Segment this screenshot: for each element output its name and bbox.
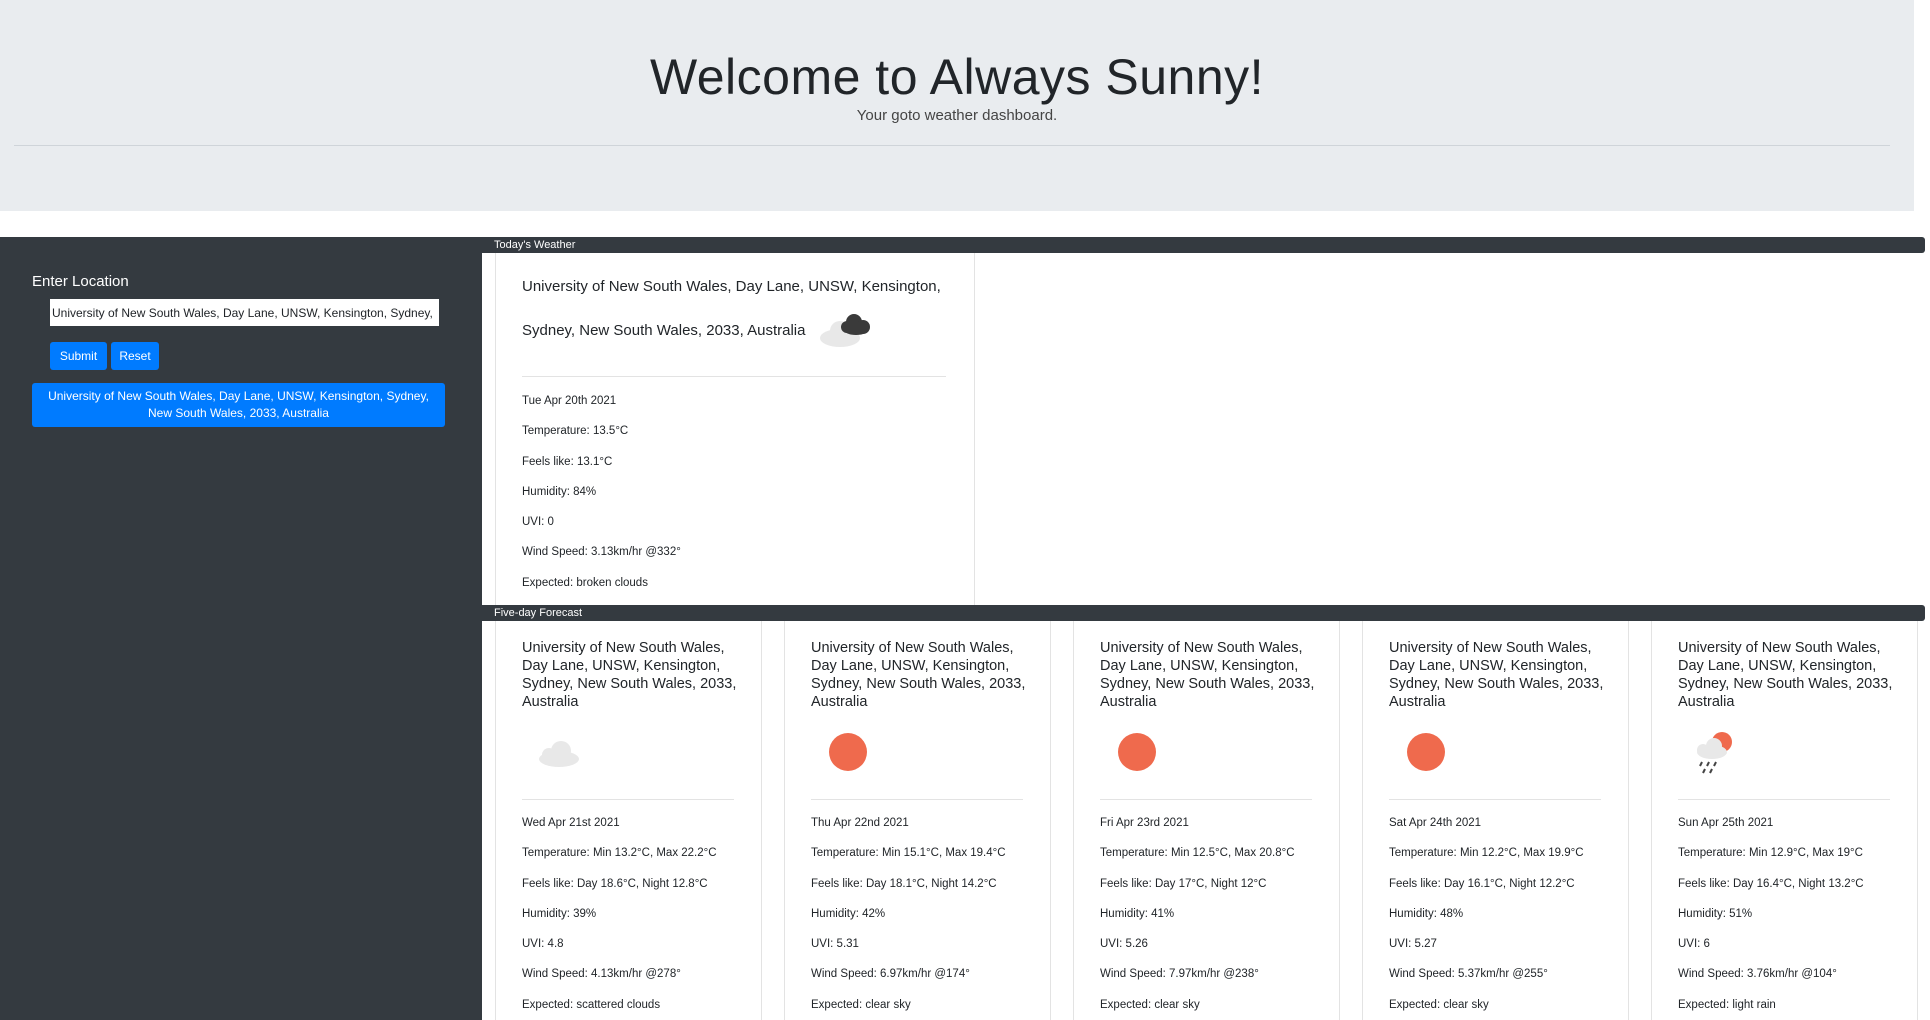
forecast-feels-like: Feels like: Day 17°C, Night 12°C bbox=[1100, 877, 1267, 890]
forecast-wind: Wind Speed: 5.37km/hr @255° bbox=[1389, 968, 1548, 981]
sidebar: Enter Location Submit Reset University o… bbox=[0, 237, 482, 1020]
forecast-expected: Expected: light rain bbox=[1678, 998, 1776, 1011]
forecast-divider bbox=[1100, 799, 1312, 800]
reset-button[interactable]: Reset bbox=[111, 342, 159, 370]
forecast-location-title: University of New South Wales, Day Lane,… bbox=[1678, 640, 1893, 710]
light-rain-icon bbox=[1697, 732, 1732, 774]
today-temperature: Temperature: 13.5°C bbox=[522, 425, 629, 438]
saved-location-button[interactable]: University of New South Wales, Day Lane,… bbox=[32, 383, 445, 427]
forecast-wind: Wind Speed: 6.97km/hr @174° bbox=[811, 968, 970, 981]
forecast-date: Sun Apr 25th 2021 bbox=[1678, 817, 1774, 829]
forecast-uvi: UVI: 5.26 bbox=[1100, 938, 1148, 951]
forecast-card: University of New South Wales, Day Lane,… bbox=[495, 621, 762, 1020]
forecast-feels-like: Feels like: Day 18.1°C, Night 14.2°C bbox=[811, 877, 997, 890]
clear-sky-icon bbox=[1118, 733, 1156, 771]
forecast-temperature: Temperature: Min 12.5°C, Max 20.8°C bbox=[1100, 847, 1295, 860]
forecast-feels-like: Feels like: Day 16.1°C, Night 12.2°C bbox=[1389, 877, 1575, 890]
forecast-wind: Wind Speed: 3.76km/hr @104° bbox=[1678, 968, 1837, 981]
forecast-date: Fri Apr 23rd 2021 bbox=[1100, 817, 1189, 829]
forecast-card: University of New South Wales, Day Lane,… bbox=[1073, 621, 1340, 1020]
today-humidity: Humidity: 84% bbox=[522, 485, 597, 498]
forecast-section-header: Five-day Forecast bbox=[482, 605, 1925, 621]
forecast-card: University of New South Wales, Day Lane,… bbox=[1362, 621, 1629, 1020]
forecast-uvi: UVI: 5.27 bbox=[1389, 938, 1437, 951]
forecast-feels-like: Feels like: Day 16.4°C, Night 13.2°C bbox=[1678, 877, 1864, 890]
scattered-clouds-icon bbox=[539, 741, 579, 767]
forecast-location-title: University of New South Wales, Day Lane,… bbox=[811, 640, 1026, 710]
today-expected: Expected: broken clouds bbox=[522, 576, 648, 589]
forecast-humidity: Humidity: 39% bbox=[522, 907, 597, 920]
today-date: Tue Apr 20th 2021 bbox=[522, 395, 617, 407]
forecast-location-title: University of New South Wales, Day Lane,… bbox=[1100, 640, 1315, 710]
forecast-date: Wed Apr 21st 2021 bbox=[522, 817, 620, 829]
forecast-divider bbox=[811, 799, 1023, 800]
forecast-location-title: University of New South Wales, Day Lane,… bbox=[522, 640, 737, 710]
forecast-humidity: Humidity: 42% bbox=[811, 907, 886, 920]
forecast-divider bbox=[1389, 799, 1601, 800]
forecast-date: Thu Apr 22nd 2021 bbox=[811, 817, 909, 829]
page-subtitle: Your goto weather dashboard. bbox=[856, 107, 1058, 124]
forecast-wind: Wind Speed: 4.13km/hr @278° bbox=[522, 968, 681, 981]
page-title: Welcome to Always Sunny! bbox=[649, 49, 1265, 105]
forecast-temperature: Temperature: Min 12.2°C, Max 19.9°C bbox=[1389, 847, 1584, 860]
forecast-uvi: UVI: 5.31 bbox=[811, 938, 859, 951]
clear-sky-icon bbox=[1407, 733, 1445, 771]
forecast-temperature: Temperature: Min 15.1°C, Max 19.4°C bbox=[811, 847, 1006, 860]
jumbotron-header: Welcome to Always Sunny! Your goto weath… bbox=[0, 0, 1914, 211]
today-location-title: University of New South Wales, Day Lane,… bbox=[522, 278, 941, 339]
forecast-location-title: University of New South Wales, Day Lane,… bbox=[1389, 640, 1604, 710]
today-feels-like: Feels like: 13.1°C bbox=[522, 455, 613, 468]
header-divider bbox=[14, 145, 1890, 146]
forecast-card: University of New South Wales, Day Lane,… bbox=[1651, 621, 1918, 1020]
forecast-wind: Wind Speed: 7.97km/hr @238° bbox=[1100, 968, 1259, 981]
today-uvi: UVI: 0 bbox=[522, 516, 554, 529]
today-weather-card: University of New South Wales, Day Lane,… bbox=[495, 253, 975, 605]
forecast-expected: Expected: clear sky bbox=[1389, 998, 1489, 1011]
forecast-expected: Expected: scattered clouds bbox=[522, 998, 661, 1011]
forecast-card: University of New South Wales, Day Lane,… bbox=[784, 621, 1051, 1020]
location-label: Enter Location bbox=[32, 273, 129, 290]
location-input[interactable] bbox=[50, 299, 439, 326]
forecast-feels-like: Feels like: Day 18.6°C, Night 12.8°C bbox=[522, 877, 708, 890]
forecast-divider bbox=[1678, 799, 1890, 800]
today-divider bbox=[522, 376, 946, 377]
forecast-humidity: Humidity: 51% bbox=[1678, 907, 1753, 920]
forecast-humidity: Humidity: 48% bbox=[1389, 907, 1464, 920]
forecast-date: Sat Apr 24th 2021 bbox=[1389, 817, 1482, 829]
today-section-header: Today's Weather bbox=[482, 237, 1925, 253]
submit-button[interactable]: Submit bbox=[50, 342, 107, 370]
today-wind: Wind Speed: 3.13km/hr @332° bbox=[522, 546, 681, 559]
forecast-temperature: Temperature: Min 12.9°C, Max 19°C bbox=[1678, 847, 1863, 860]
forecast-expected: Expected: clear sky bbox=[1100, 998, 1200, 1011]
forecast-uvi: UVI: 6 bbox=[1678, 938, 1710, 951]
broken-clouds-icon bbox=[820, 314, 870, 347]
forecast-expected: Expected: clear sky bbox=[811, 998, 911, 1011]
clear-sky-icon bbox=[829, 733, 867, 771]
forecast-divider bbox=[522, 799, 734, 800]
forecast-uvi: UVI: 4.8 bbox=[522, 938, 564, 951]
forecast-temperature: Temperature: Min 13.2°C, Max 22.2°C bbox=[522, 847, 717, 860]
forecast-humidity: Humidity: 41% bbox=[1100, 907, 1175, 920]
